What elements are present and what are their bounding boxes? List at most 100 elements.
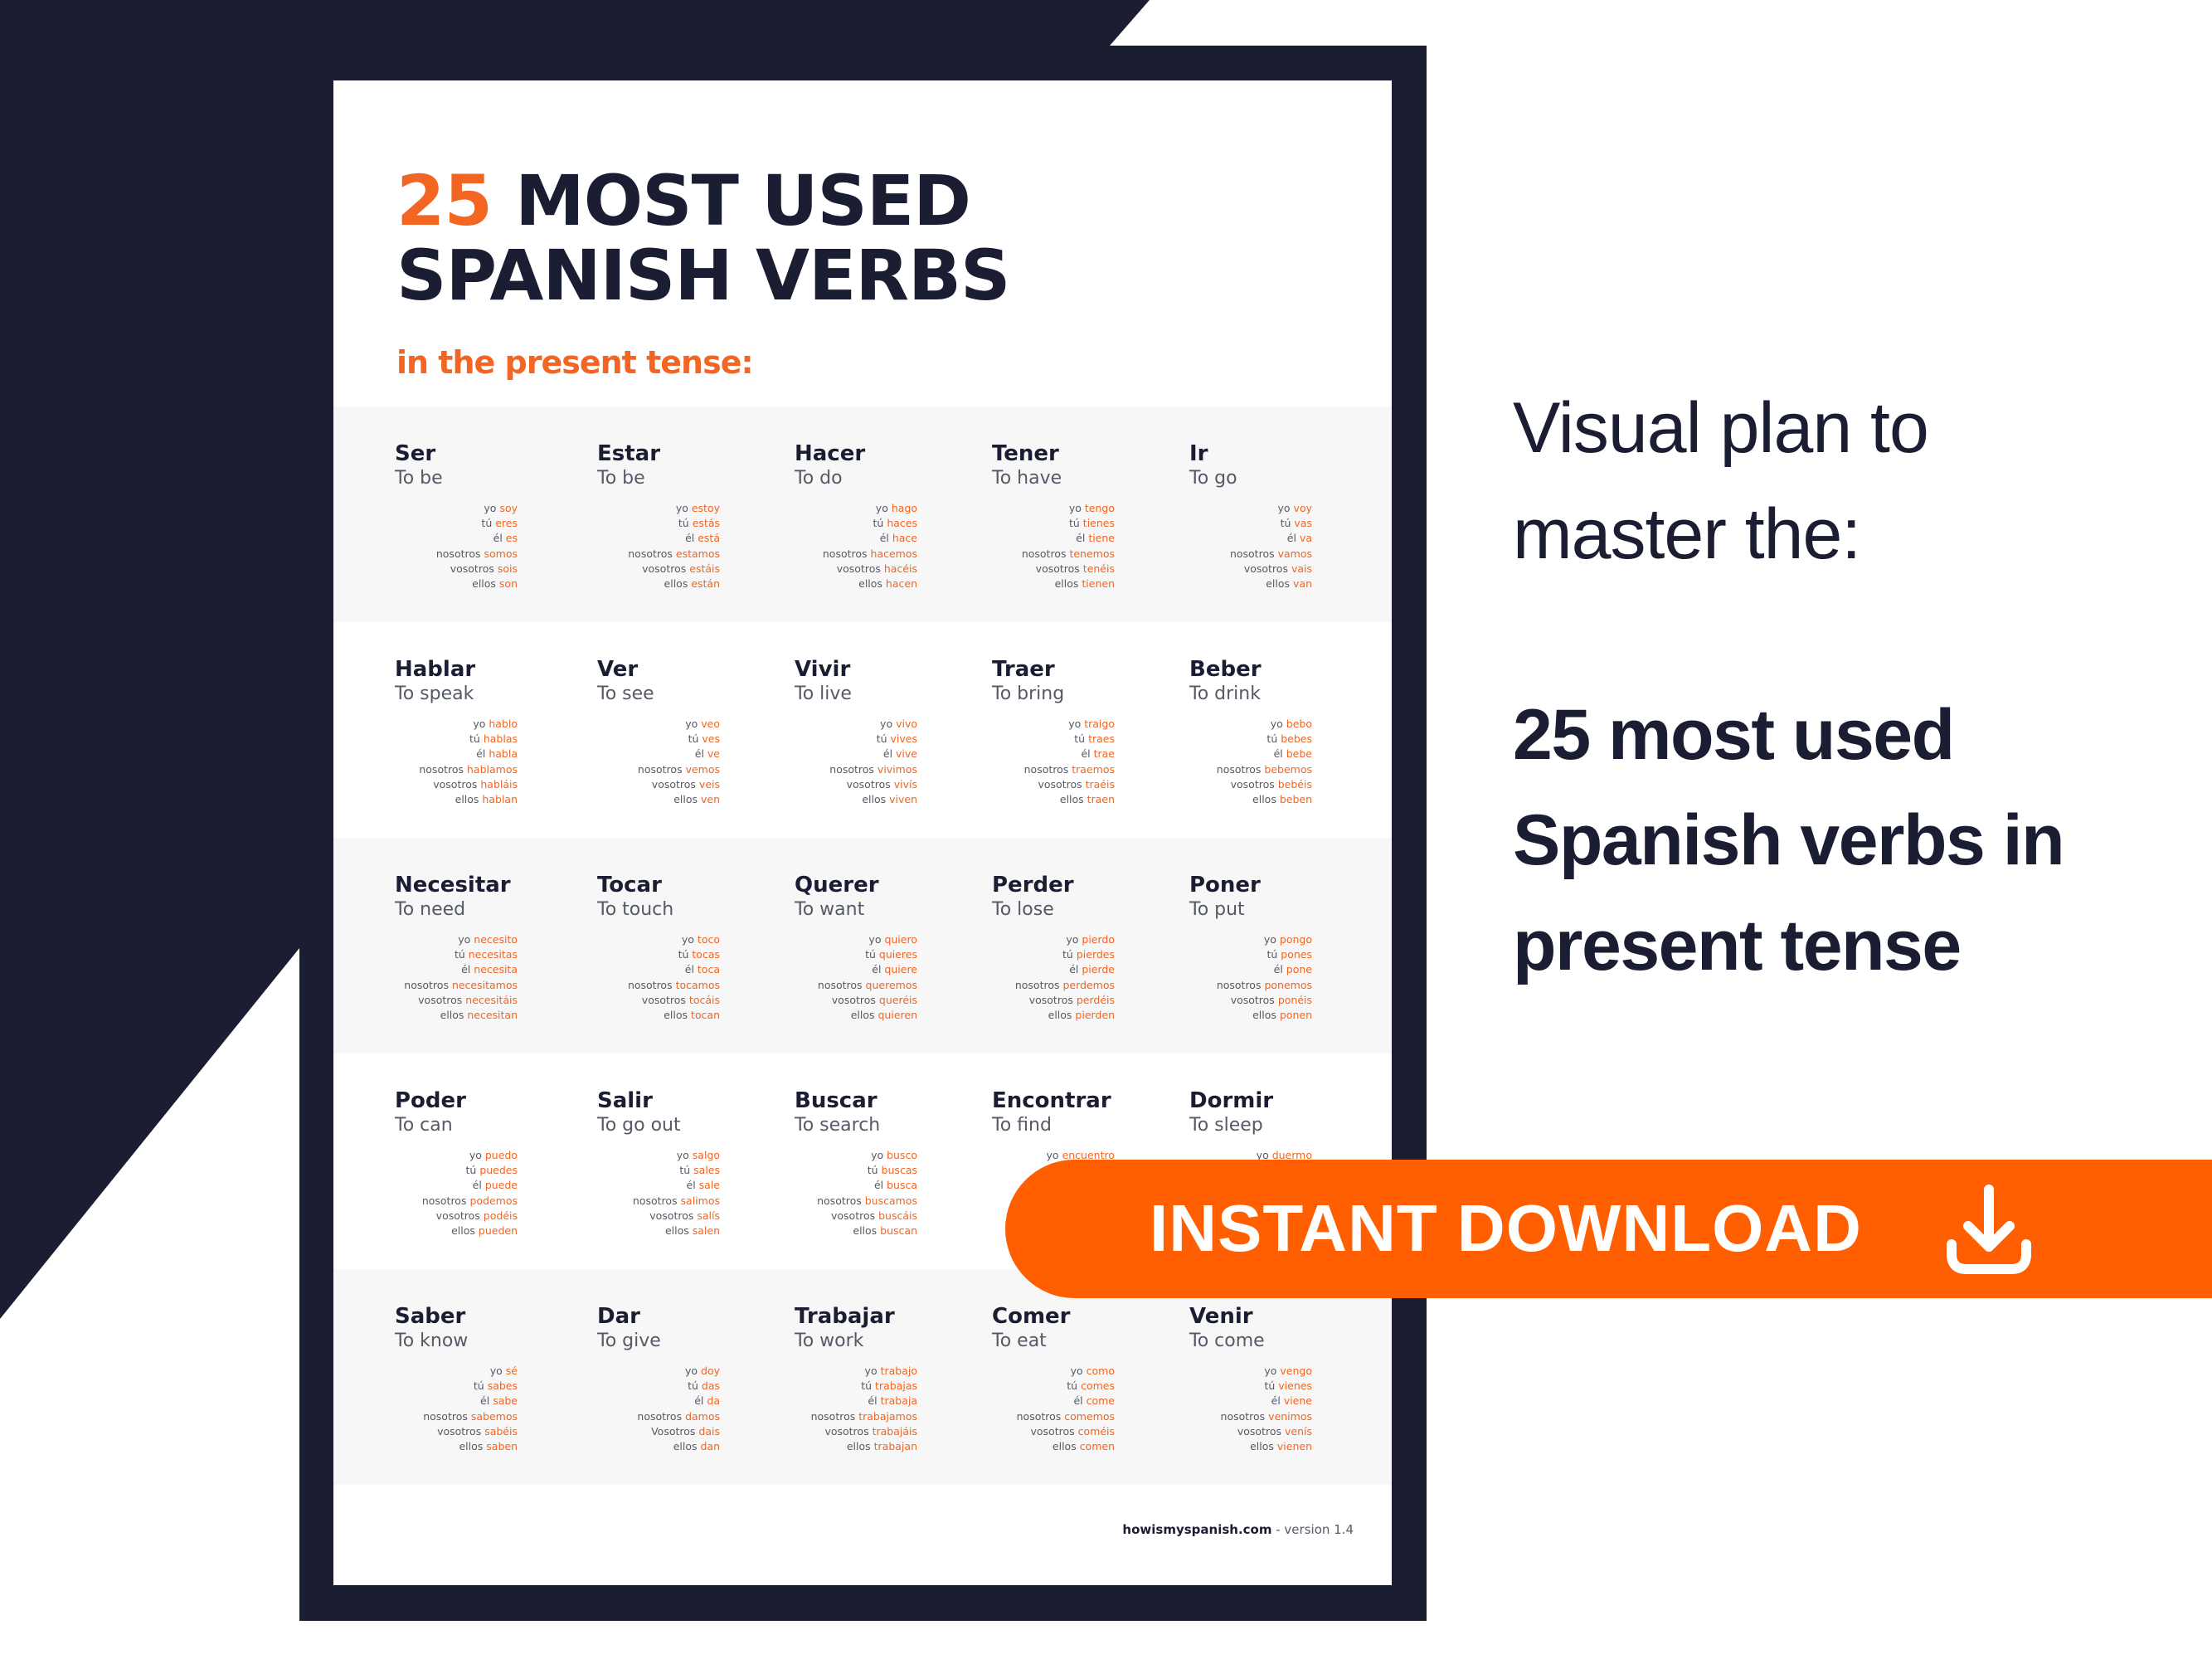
verb-form: doy bbox=[701, 1365, 720, 1377]
verb-form: bebe bbox=[1286, 747, 1312, 761]
pronoun: nosotros bbox=[810, 1409, 856, 1423]
conjugation-line: yo vivo bbox=[829, 717, 917, 732]
conjugation-line: ellos van bbox=[1230, 577, 1312, 591]
conjugation-line: yo necesito bbox=[404, 932, 518, 947]
verb-form: toca bbox=[697, 963, 720, 976]
verb-card: Beber To drink yo bebo tú bebes él bebe nosot… bbox=[1189, 622, 1387, 838]
verb-form: vas bbox=[1294, 517, 1312, 530]
pronoun: Vosotros bbox=[651, 1424, 696, 1438]
verb-card: Poder To can yo puedo tú puedes él puede noso… bbox=[395, 1053, 597, 1269]
conjugation-line: ellos dan bbox=[637, 1439, 720, 1454]
pronoun: ellos bbox=[459, 1440, 484, 1453]
pronoun: yo bbox=[880, 718, 893, 730]
conjugation-line: nosotros perdemos bbox=[1015, 978, 1115, 993]
pronoun: tú bbox=[876, 732, 887, 746]
verb-form: puedes bbox=[479, 1164, 518, 1177]
conjugation-line: nosotros traemos bbox=[1024, 762, 1115, 777]
conjugation-line: él hace bbox=[823, 531, 917, 546]
pronoun: tú bbox=[679, 1164, 691, 1177]
conjugation-line: él ve bbox=[638, 747, 720, 761]
verb-form: buscas bbox=[881, 1164, 917, 1177]
conjugation-line: yo salgo bbox=[633, 1148, 720, 1163]
pronoun: yo bbox=[484, 502, 497, 514]
verb-name: Poder bbox=[395, 1088, 466, 1113]
pronoun: tú bbox=[861, 1379, 873, 1393]
verb-form: habla bbox=[489, 747, 518, 761]
pronoun: yo bbox=[685, 718, 698, 730]
conjugation-line: vosotros sabéis bbox=[423, 1424, 518, 1439]
verb-form: vais bbox=[1291, 562, 1312, 575]
verb-name: Dormir bbox=[1189, 1088, 1274, 1113]
pronoun: yo bbox=[458, 933, 471, 946]
conjugation-line: tú haces bbox=[823, 516, 917, 531]
pronoun: vosotros bbox=[649, 1209, 694, 1222]
conjugation-line: tú quieres bbox=[818, 947, 917, 962]
verb-form: vivís bbox=[893, 777, 917, 791]
verb-form: hacéis bbox=[883, 562, 917, 575]
conjugation-line: yo pierdo bbox=[1015, 932, 1115, 947]
verb-form: quiero bbox=[884, 933, 917, 946]
verb-name: Salir bbox=[597, 1088, 653, 1113]
conjugation-line: ellos tocan bbox=[628, 1008, 720, 1023]
conjugation-line: tú pones bbox=[1217, 947, 1312, 962]
conjugation-line: ellos quieren bbox=[818, 1008, 917, 1023]
conjugation-line: vosotros queréis bbox=[818, 993, 917, 1008]
conjugation-line: nosotros necesitamos bbox=[404, 978, 518, 993]
verb-form: beben bbox=[1279, 793, 1312, 806]
verb-form: tienes bbox=[1082, 517, 1115, 530]
pronoun: él bbox=[1273, 963, 1283, 976]
conjugation-line: nosotros queremos bbox=[818, 978, 917, 993]
verb-form: podéis bbox=[483, 1209, 518, 1222]
conjugation-line: él trae bbox=[1024, 747, 1115, 761]
verb-form: vives bbox=[890, 732, 917, 746]
pronoun: vosotros bbox=[418, 993, 463, 1006]
conjugation-list: yo salgo tú sales él sale nosotros salimos v… bbox=[633, 1148, 720, 1238]
verb-form: busco bbox=[887, 1149, 917, 1161]
pronoun: yo bbox=[681, 933, 694, 946]
verb-form: está bbox=[698, 532, 720, 545]
verb-card: Saber To know yo sé tú sabes él sabe nosotros… bbox=[395, 1269, 597, 1485]
verb-form: toco bbox=[697, 933, 720, 946]
conjugation-line: él sale bbox=[633, 1178, 721, 1193]
pronoun: él bbox=[868, 1394, 878, 1408]
instant-download-label: INSTANT DOWNLOAD bbox=[1150, 1191, 1862, 1265]
pronoun: él bbox=[1286, 532, 1296, 545]
conjugation-line: yo quiero bbox=[818, 932, 917, 947]
conjugation-list: yo puedo tú puedes él puede nosotros podemo… bbox=[422, 1148, 518, 1238]
verb-form: vive bbox=[896, 747, 917, 761]
verb-meaning: To eat bbox=[992, 1331, 1047, 1351]
verb-form: coméis bbox=[1077, 1424, 1115, 1438]
conjugation-list: yo busco tú buscas él busca nosotros buscam… bbox=[817, 1148, 917, 1238]
verb-form: vienes bbox=[1278, 1379, 1312, 1393]
verb-form: sois bbox=[497, 562, 518, 575]
promo-headline: 25 most used Spanish verbs in present te… bbox=[1513, 683, 2065, 999]
conjugation-line: vosotros veis bbox=[638, 777, 720, 792]
verb-meaning: To have bbox=[992, 468, 1062, 489]
pronoun: yo bbox=[875, 502, 888, 514]
conjugation-line: nosotros salimos bbox=[633, 1194, 720, 1209]
verb-meaning: To can bbox=[395, 1115, 453, 1136]
pronoun: vosotros bbox=[1243, 562, 1288, 575]
verb-form: traigo bbox=[1084, 718, 1115, 730]
conjugation-line: vosotros tenéis bbox=[1022, 562, 1115, 577]
verb-form: tocan bbox=[690, 1009, 720, 1022]
conjugation-line: nosotros bebemos bbox=[1217, 762, 1312, 777]
verb-meaning: To put bbox=[1189, 899, 1245, 920]
conjugation-line: él pone bbox=[1217, 962, 1312, 977]
verb-meaning: To bring bbox=[992, 684, 1065, 704]
verb-form: buscáis bbox=[878, 1209, 917, 1222]
verb-form: estamos bbox=[675, 547, 720, 560]
conjugation-line: vosotros tocáis bbox=[628, 993, 720, 1008]
verb-form: son bbox=[498, 577, 518, 591]
pronoun: tú bbox=[873, 517, 884, 530]
conjugation-line: vosotros hacéis bbox=[823, 562, 917, 577]
conjugation-line: ellos salen bbox=[633, 1224, 720, 1238]
verb-card: Querer To want yo quiero tú quieres él quier… bbox=[795, 838, 992, 1053]
verb-form: traen bbox=[1087, 793, 1115, 806]
conjugation-line: ellos viven bbox=[829, 792, 917, 807]
instant-download-button[interactable]: INSTANT DOWNLOAD bbox=[1005, 1160, 2212, 1298]
conjugation-line: él habla bbox=[419, 747, 518, 761]
conjugation-line: nosotros tenemos bbox=[1022, 547, 1115, 562]
pronoun: él bbox=[1081, 747, 1091, 761]
conjugation-line: ellos vienen bbox=[1221, 1439, 1312, 1454]
